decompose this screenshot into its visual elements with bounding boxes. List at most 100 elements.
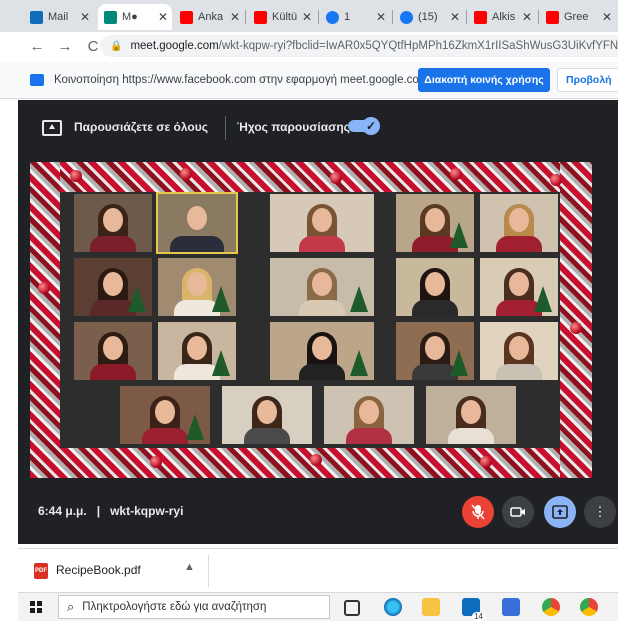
participant-tile[interactable] [396, 258, 474, 316]
presentation-audio-label: Ήχος παρουσίασης [237, 120, 350, 134]
participant-tile[interactable] [270, 322, 374, 380]
ornament-icon [330, 172, 342, 184]
share-message: Κοινοποίηση https://www.facebook.com στη… [54, 74, 429, 86]
mail-icon[interactable]: 14 [462, 598, 485, 621]
participant-tile[interactable] [74, 258, 152, 316]
tab-youtube-anka[interactable]: Anka ✕ [174, 4, 244, 30]
participant-tile[interactable] [270, 258, 374, 316]
taskbar-search-input[interactable]: ⌕ Πληκτρολογήστε εδώ για αναζήτηση [58, 595, 330, 619]
file-explorer-icon[interactable] [422, 598, 440, 616]
participant-tile[interactable] [324, 386, 414, 444]
tab-separator [538, 10, 539, 24]
search-icon: ⌕ [67, 599, 75, 614]
participant-tile[interactable] [480, 258, 558, 316]
tab-title: Alkis [492, 11, 516, 23]
windows-taskbar: ⌕ Πληκτρολογήστε εδώ για αναζήτηση 14 [18, 592, 618, 621]
tab-separator [466, 10, 467, 24]
presented-screen [30, 162, 592, 478]
present-now-button[interactable] [544, 496, 576, 528]
presentation-audio-toggle[interactable]: ✓ [348, 117, 380, 135]
stop-sharing-button[interactable]: Διακοπή κοινής χρήσης [418, 68, 550, 92]
tab-meet[interactable]: M● ✕ [98, 4, 172, 30]
close-icon[interactable]: ✕ [522, 10, 532, 24]
tab-youtube-kultur[interactable]: Kültü ✕ [248, 4, 316, 30]
participant-tile[interactable] [156, 192, 238, 254]
tab-separator [318, 10, 319, 24]
tab-mail[interactable]: Mail ✕ [24, 4, 94, 30]
youtube-icon [180, 10, 193, 24]
mic-off-icon [471, 504, 485, 520]
participant-tile[interactable] [426, 386, 516, 444]
close-icon[interactable]: ✕ [302, 10, 312, 24]
ornament-icon [180, 168, 192, 180]
facebook-icon [326, 10, 339, 24]
close-icon[interactable]: ✕ [450, 10, 460, 24]
chrome-profile-icon[interactable] [580, 598, 598, 616]
ornament-icon [570, 322, 582, 334]
microphone-off-button[interactable] [462, 496, 494, 528]
more-options-button[interactable]: ⋮ [584, 496, 616, 528]
meeting-code: wkt-kqpw-ryi [110, 504, 184, 518]
participant-tile[interactable] [74, 194, 152, 252]
windows-start-icon[interactable] [30, 601, 42, 613]
participant-tile[interactable] [222, 386, 312, 444]
garland-frame [30, 162, 592, 194]
chrome-icon[interactable] [542, 598, 560, 616]
meet-window: Παρουσιάζετε σε όλους Ήχος παρουσίασης ✓ [18, 100, 618, 544]
close-icon[interactable]: ✕ [376, 10, 386, 24]
divider [225, 116, 226, 140]
address-bar: ← → C 🔒 meet.google.com /wkt-kqpw-ryi?fb… [0, 32, 618, 60]
close-icon[interactable]: ✕ [158, 10, 168, 24]
participant-tile[interactable] [158, 322, 236, 380]
ornament-icon [450, 168, 462, 180]
tab-separator [392, 10, 393, 24]
close-icon[interactable]: ✕ [80, 10, 90, 24]
presentation-bar: Παρουσιάζετε σε όλους Ήχος παρουσίασης ✓ [18, 100, 618, 156]
video-camera-icon [510, 507, 525, 517]
tab-facebook-15[interactable]: (15) ✕ [394, 4, 464, 30]
close-icon[interactable]: ✕ [230, 10, 240, 24]
youtube-icon [254, 10, 267, 24]
participant-tile[interactable] [270, 194, 374, 252]
presenting-label: Παρουσιάζετε σε όλους [74, 120, 208, 134]
participant-tile[interactable] [74, 322, 152, 380]
pdf-file-icon: PDF [34, 563, 48, 579]
participant-tile[interactable] [158, 258, 236, 316]
tab-youtube-alkis[interactable]: Alkis ✕ [468, 4, 536, 30]
ornament-icon [310, 454, 322, 466]
word-icon[interactable] [502, 598, 520, 616]
participant-tile[interactable] [480, 322, 558, 380]
back-arrow-icon[interactable]: ← [26, 38, 48, 55]
task-view-icon[interactable] [344, 600, 360, 616]
chevron-up-icon[interactable]: ▲ [184, 561, 195, 573]
screen-share-icon [30, 74, 44, 86]
present-screen-icon [42, 120, 62, 136]
forward-arrow-icon[interactable]: → [54, 38, 76, 55]
tab-youtube-greek[interactable]: Gree ✕ [540, 4, 616, 30]
download-filename[interactable]: RecipeBook.pdf [56, 563, 141, 577]
separator: | [96, 504, 101, 518]
view-button[interactable]: Προβολή [557, 68, 618, 92]
youtube-icon [546, 10, 559, 24]
garland-frame [30, 162, 60, 478]
outlook-icon [30, 10, 43, 24]
lock-icon: 🔒 [110, 40, 123, 52]
participant-tile[interactable] [480, 194, 558, 252]
tab-title: Mail [48, 11, 69, 23]
edge-icon[interactable] [384, 598, 402, 616]
divider [208, 555, 209, 587]
screen-share-notification: Κοινοποίηση https://www.facebook.com στη… [0, 62, 618, 99]
participant-tile[interactable] [120, 386, 210, 444]
garland-frame [560, 162, 592, 478]
camera-button[interactable] [502, 496, 534, 528]
facebook-icon [400, 10, 413, 24]
more-vert-icon: ⋮ [593, 504, 607, 519]
participant-tile[interactable] [396, 194, 474, 252]
tab-facebook-1[interactable]: 1 ✕ [320, 4, 390, 30]
close-icon[interactable]: ✕ [602, 10, 612, 24]
tab-title: Anka [198, 11, 224, 23]
tab-title: (15) [418, 11, 438, 23]
present-screen-icon [552, 505, 568, 519]
url-field[interactable]: 🔒 meet.google.com /wkt-kqpw-ryi?fbclid=I… [100, 35, 618, 57]
participant-tile[interactable] [396, 322, 474, 380]
